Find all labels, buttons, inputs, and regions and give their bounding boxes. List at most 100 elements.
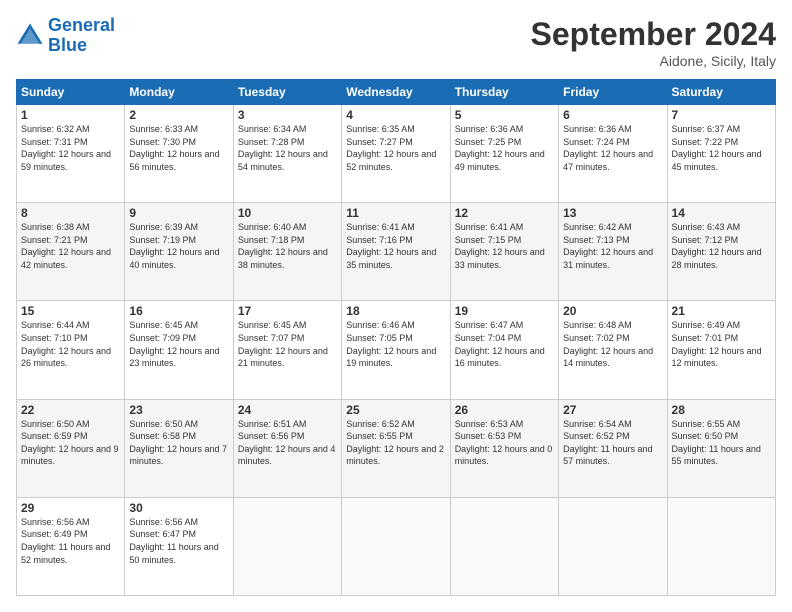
calendar-week-row: 22Sunrise: 6:50 AMSunset: 6:59 PMDayligh… bbox=[17, 399, 776, 497]
day-number: 17 bbox=[238, 304, 337, 318]
table-row: 21Sunrise: 6:49 AMSunset: 7:01 PMDayligh… bbox=[667, 301, 775, 399]
day-info: Sunrise: 6:45 AMSunset: 7:09 PMDaylight:… bbox=[129, 319, 228, 369]
day-info: Sunrise: 6:47 AMSunset: 7:04 PMDaylight:… bbox=[455, 319, 554, 369]
day-info: Sunrise: 6:56 AMSunset: 6:47 PMDaylight:… bbox=[129, 516, 228, 566]
day-info: Sunrise: 6:48 AMSunset: 7:02 PMDaylight:… bbox=[563, 319, 662, 369]
table-row: 28Sunrise: 6:55 AMSunset: 6:50 PMDayligh… bbox=[667, 399, 775, 497]
day-info: Sunrise: 6:55 AMSunset: 6:50 PMDaylight:… bbox=[672, 418, 771, 468]
day-number: 25 bbox=[346, 403, 445, 417]
day-number: 8 bbox=[21, 206, 120, 220]
day-number: 2 bbox=[129, 108, 228, 122]
day-info: Sunrise: 6:34 AMSunset: 7:28 PMDaylight:… bbox=[238, 123, 337, 173]
day-number: 12 bbox=[455, 206, 554, 220]
logo: General Blue bbox=[16, 16, 115, 56]
header-friday: Friday bbox=[559, 80, 667, 105]
day-number: 23 bbox=[129, 403, 228, 417]
table-row: 19Sunrise: 6:47 AMSunset: 7:04 PMDayligh… bbox=[450, 301, 558, 399]
header-sunday: Sunday bbox=[17, 80, 125, 105]
day-number: 10 bbox=[238, 206, 337, 220]
day-number: 13 bbox=[563, 206, 662, 220]
day-number: 16 bbox=[129, 304, 228, 318]
table-row bbox=[342, 497, 450, 595]
table-row: 13Sunrise: 6:42 AMSunset: 7:13 PMDayligh… bbox=[559, 203, 667, 301]
day-number: 19 bbox=[455, 304, 554, 318]
day-number: 24 bbox=[238, 403, 337, 417]
day-info: Sunrise: 6:56 AMSunset: 6:49 PMDaylight:… bbox=[21, 516, 120, 566]
day-info: Sunrise: 6:41 AMSunset: 7:15 PMDaylight:… bbox=[455, 221, 554, 271]
day-number: 26 bbox=[455, 403, 554, 417]
table-row: 10Sunrise: 6:40 AMSunset: 7:18 PMDayligh… bbox=[233, 203, 341, 301]
table-row: 15Sunrise: 6:44 AMSunset: 7:10 PMDayligh… bbox=[17, 301, 125, 399]
day-info: Sunrise: 6:50 AMSunset: 6:59 PMDaylight:… bbox=[21, 418, 120, 468]
day-info: Sunrise: 6:45 AMSunset: 7:07 PMDaylight:… bbox=[238, 319, 337, 369]
day-info: Sunrise: 6:32 AMSunset: 7:31 PMDaylight:… bbox=[21, 123, 120, 173]
day-number: 20 bbox=[563, 304, 662, 318]
day-info: Sunrise: 6:49 AMSunset: 7:01 PMDaylight:… bbox=[672, 319, 771, 369]
table-row: 5Sunrise: 6:36 AMSunset: 7:25 PMDaylight… bbox=[450, 105, 558, 203]
table-row: 3Sunrise: 6:34 AMSunset: 7:28 PMDaylight… bbox=[233, 105, 341, 203]
table-row bbox=[559, 497, 667, 595]
table-row: 4Sunrise: 6:35 AMSunset: 7:27 PMDaylight… bbox=[342, 105, 450, 203]
header-thursday: Thursday bbox=[450, 80, 558, 105]
table-row: 27Sunrise: 6:54 AMSunset: 6:52 PMDayligh… bbox=[559, 399, 667, 497]
header-tuesday: Tuesday bbox=[233, 80, 341, 105]
table-row: 22Sunrise: 6:50 AMSunset: 6:59 PMDayligh… bbox=[17, 399, 125, 497]
table-row: 7Sunrise: 6:37 AMSunset: 7:22 PMDaylight… bbox=[667, 105, 775, 203]
day-info: Sunrise: 6:43 AMSunset: 7:12 PMDaylight:… bbox=[672, 221, 771, 271]
title-block: September 2024 Aidone, Sicily, Italy bbox=[531, 16, 776, 69]
table-row bbox=[450, 497, 558, 595]
day-info: Sunrise: 6:52 AMSunset: 6:55 PMDaylight:… bbox=[346, 418, 445, 468]
table-row: 17Sunrise: 6:45 AMSunset: 7:07 PMDayligh… bbox=[233, 301, 341, 399]
calendar-week-row: 29Sunrise: 6:56 AMSunset: 6:49 PMDayligh… bbox=[17, 497, 776, 595]
day-info: Sunrise: 6:37 AMSunset: 7:22 PMDaylight:… bbox=[672, 123, 771, 173]
day-number: 6 bbox=[563, 108, 662, 122]
table-row: 6Sunrise: 6:36 AMSunset: 7:24 PMDaylight… bbox=[559, 105, 667, 203]
calendar-header-row: Sunday Monday Tuesday Wednesday Thursday… bbox=[17, 80, 776, 105]
logo-icon bbox=[16, 22, 44, 50]
day-number: 15 bbox=[21, 304, 120, 318]
logo-line2: Blue bbox=[48, 35, 87, 55]
table-row: 24Sunrise: 6:51 AMSunset: 6:56 PMDayligh… bbox=[233, 399, 341, 497]
table-row: 12Sunrise: 6:41 AMSunset: 7:15 PMDayligh… bbox=[450, 203, 558, 301]
table-row: 20Sunrise: 6:48 AMSunset: 7:02 PMDayligh… bbox=[559, 301, 667, 399]
calendar-week-row: 1Sunrise: 6:32 AMSunset: 7:31 PMDaylight… bbox=[17, 105, 776, 203]
day-info: Sunrise: 6:40 AMSunset: 7:18 PMDaylight:… bbox=[238, 221, 337, 271]
table-row: 14Sunrise: 6:43 AMSunset: 7:12 PMDayligh… bbox=[667, 203, 775, 301]
day-number: 5 bbox=[455, 108, 554, 122]
location-subtitle: Aidone, Sicily, Italy bbox=[531, 53, 776, 69]
table-row: 8Sunrise: 6:38 AMSunset: 7:21 PMDaylight… bbox=[17, 203, 125, 301]
table-row: 16Sunrise: 6:45 AMSunset: 7:09 PMDayligh… bbox=[125, 301, 233, 399]
logo-text: General Blue bbox=[48, 16, 115, 56]
day-number: 3 bbox=[238, 108, 337, 122]
day-number: 7 bbox=[672, 108, 771, 122]
table-row: 29Sunrise: 6:56 AMSunset: 6:49 PMDayligh… bbox=[17, 497, 125, 595]
day-number: 1 bbox=[21, 108, 120, 122]
month-title: September 2024 bbox=[531, 16, 776, 53]
table-row bbox=[667, 497, 775, 595]
day-number: 22 bbox=[21, 403, 120, 417]
day-number: 21 bbox=[672, 304, 771, 318]
calendar-table: Sunday Monday Tuesday Wednesday Thursday… bbox=[16, 79, 776, 596]
table-row: 30Sunrise: 6:56 AMSunset: 6:47 PMDayligh… bbox=[125, 497, 233, 595]
table-row: 23Sunrise: 6:50 AMSunset: 6:58 PMDayligh… bbox=[125, 399, 233, 497]
day-number: 30 bbox=[129, 501, 228, 515]
page: General Blue September 2024 Aidone, Sici… bbox=[0, 0, 792, 612]
day-number: 18 bbox=[346, 304, 445, 318]
header-wednesday: Wednesday bbox=[342, 80, 450, 105]
logo-line1: General bbox=[48, 15, 115, 35]
table-row: 26Sunrise: 6:53 AMSunset: 6:53 PMDayligh… bbox=[450, 399, 558, 497]
header-monday: Monday bbox=[125, 80, 233, 105]
day-info: Sunrise: 6:35 AMSunset: 7:27 PMDaylight:… bbox=[346, 123, 445, 173]
day-info: Sunrise: 6:54 AMSunset: 6:52 PMDaylight:… bbox=[563, 418, 662, 468]
calendar-week-row: 8Sunrise: 6:38 AMSunset: 7:21 PMDaylight… bbox=[17, 203, 776, 301]
day-info: Sunrise: 6:36 AMSunset: 7:24 PMDaylight:… bbox=[563, 123, 662, 173]
day-info: Sunrise: 6:50 AMSunset: 6:58 PMDaylight:… bbox=[129, 418, 228, 468]
day-info: Sunrise: 6:33 AMSunset: 7:30 PMDaylight:… bbox=[129, 123, 228, 173]
table-row bbox=[233, 497, 341, 595]
day-info: Sunrise: 6:42 AMSunset: 7:13 PMDaylight:… bbox=[563, 221, 662, 271]
day-number: 28 bbox=[672, 403, 771, 417]
day-number: 9 bbox=[129, 206, 228, 220]
header-saturday: Saturday bbox=[667, 80, 775, 105]
day-number: 27 bbox=[563, 403, 662, 417]
day-number: 14 bbox=[672, 206, 771, 220]
